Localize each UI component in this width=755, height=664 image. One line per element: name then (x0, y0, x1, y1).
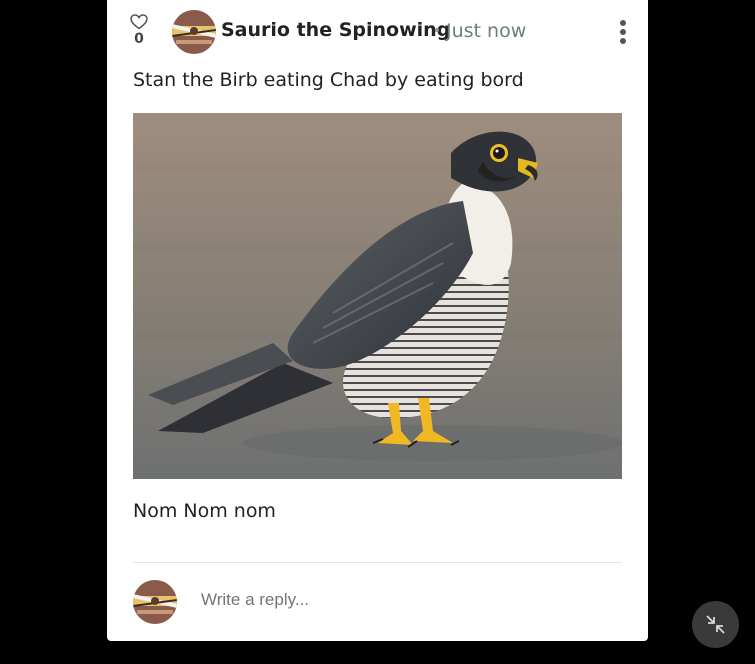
more-vertical-icon[interactable] (618, 20, 628, 46)
divider (133, 562, 622, 563)
post-caption: Nom Nom nom (133, 500, 276, 522)
author-name[interactable]: Saurio the Spinowing (221, 19, 450, 41)
reply-avatar (133, 580, 177, 624)
minimize-button[interactable] (692, 601, 739, 648)
heart-icon (130, 14, 148, 30)
post-image (133, 113, 622, 479)
post-text: Stan the Birb eating Chad by eating bord (133, 69, 524, 91)
author-avatar[interactable] (172, 10, 216, 54)
post-meta: Just now (435, 20, 526, 42)
post-card: 0 Saurio the Spinowing Just now Stan the… (107, 0, 648, 641)
like-button[interactable]: 0 (129, 14, 149, 46)
post-timestamp: Just now (446, 20, 527, 42)
like-count: 0 (134, 31, 144, 47)
reply-input[interactable] (201, 590, 601, 610)
meta-separator (435, 27, 439, 32)
minimize-icon (706, 615, 725, 634)
